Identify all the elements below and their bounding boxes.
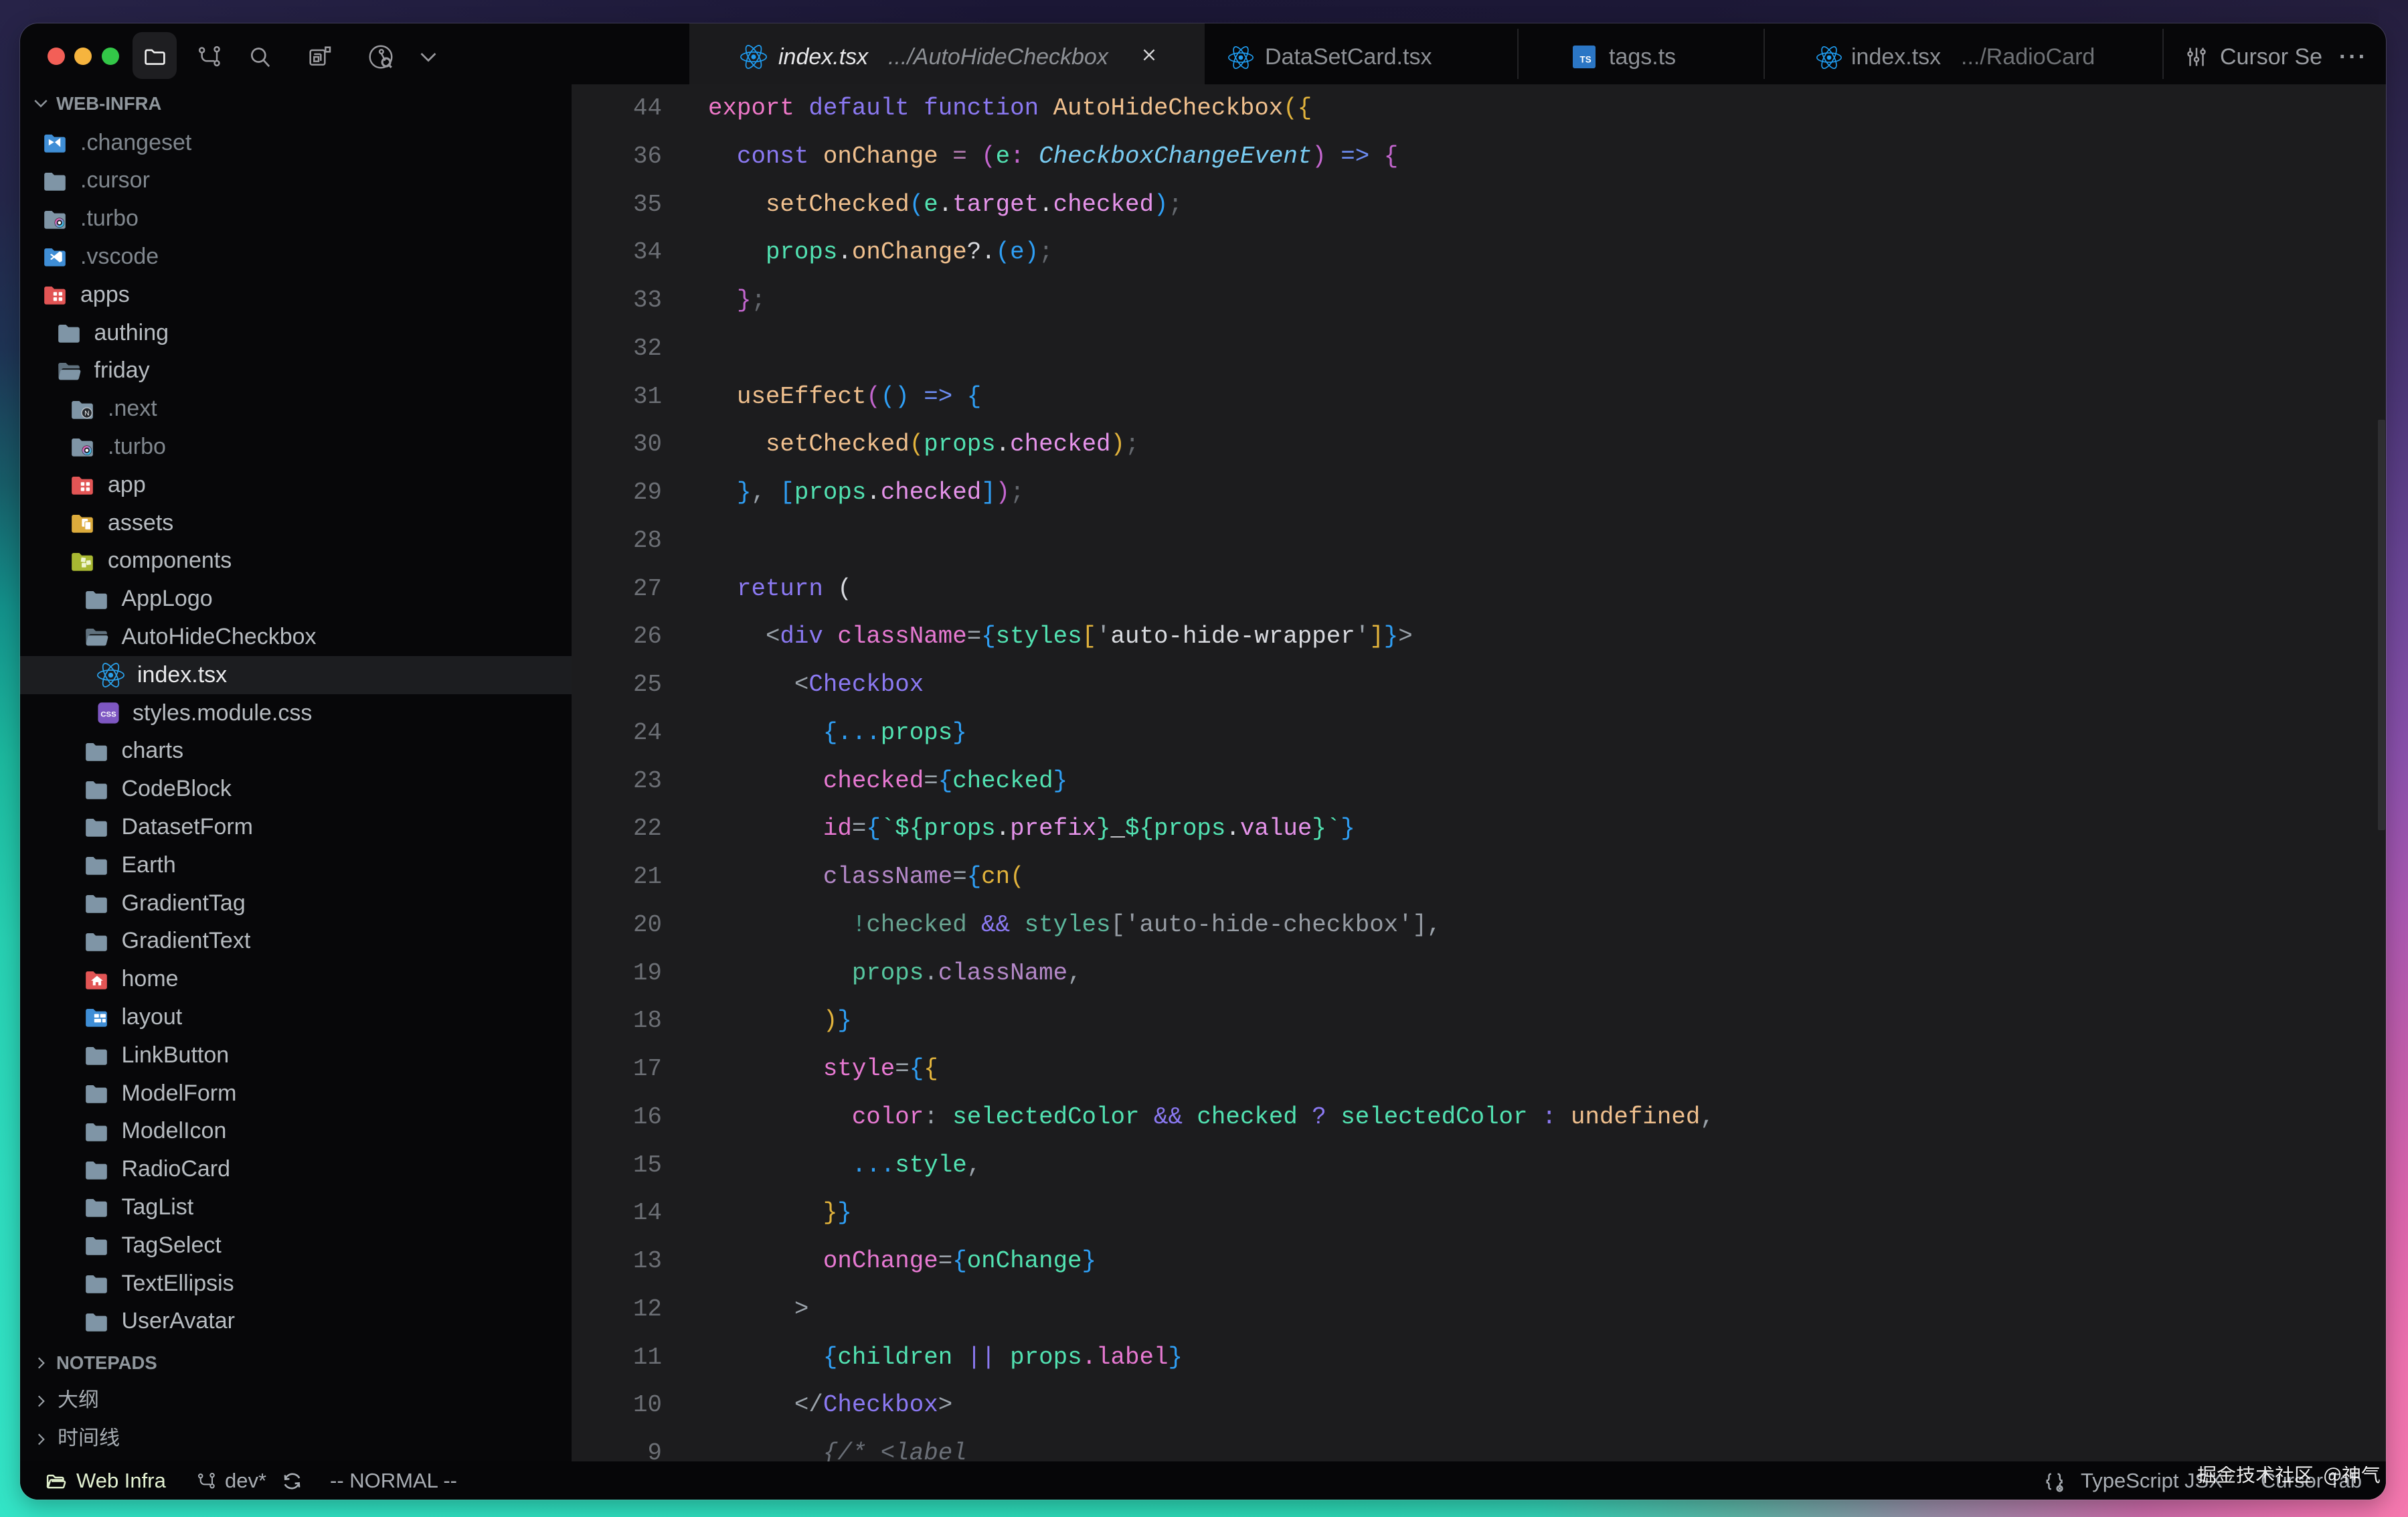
svg-text:TS: TS bbox=[1580, 55, 1592, 65]
svg-text:CSS: CSS bbox=[100, 711, 116, 719]
svg-text:N: N bbox=[84, 410, 89, 417]
